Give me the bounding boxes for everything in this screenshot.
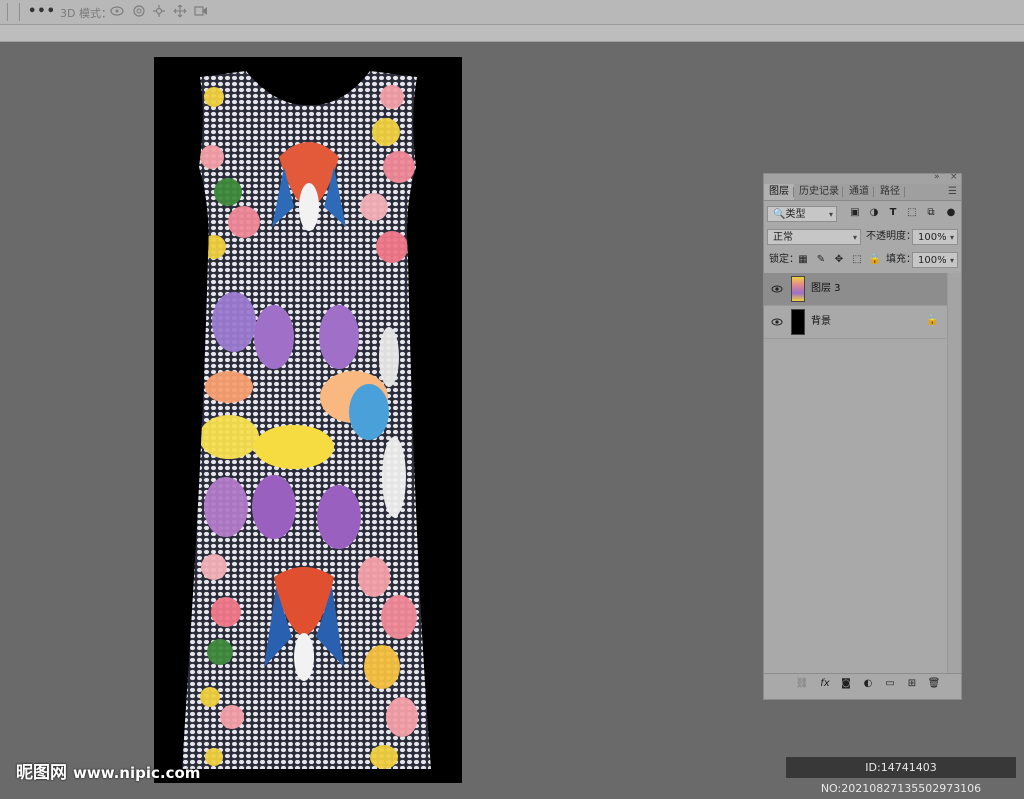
chevron-down-icon: ▾ — [828, 210, 833, 219]
lock-row: 锁定： ▦ ✎ ✥ ⬚ 🔒 填充： 100% ▾ — [764, 251, 961, 273]
pan-3d-icon[interactable] — [151, 4, 167, 18]
filter-row: 🔍类型 ▾ ▣ ◑ T ⬚ ⧉ ● — [764, 205, 961, 227]
new-group-icon[interactable]: ▭ — [882, 676, 898, 692]
collapse-panel-icon[interactable]: » — [934, 172, 940, 182]
image-filter-icon[interactable]: ▣ — [848, 205, 862, 221]
eye-icon[interactable] — [771, 283, 783, 295]
divider — [7, 3, 8, 21]
search-icon: 🔍 — [773, 209, 786, 220]
layers-panel: » × 图层 历史记录 通道 路径 ☰ 🔍类型 ▾ ▣ ◑ T ⬚ ⧉ ● 正常 ▾… — [763, 172, 962, 700]
orbit-3d-icon[interactable] — [109, 4, 125, 18]
tab-layers[interactable]: 图层 — [764, 184, 794, 200]
adjustment-layer-icon[interactable]: ◐ — [860, 676, 876, 692]
more-options-button[interactable]: ••• — [28, 4, 56, 19]
fx-icon[interactable]: fx — [817, 676, 833, 692]
layer-thumbnail — [791, 276, 805, 302]
eye-icon[interactable] — [771, 316, 783, 328]
site-watermark: 昵图网 www.nipic.com — [16, 758, 200, 783]
site-name: 昵图网 — [16, 763, 67, 783]
roll-3d-icon[interactable] — [131, 4, 147, 18]
layer-list-scrollbar[interactable] — [947, 273, 961, 673]
chevron-down-icon: ▾ — [949, 233, 954, 242]
tab-history[interactable]: 历史记录 — [795, 184, 843, 200]
slide-3d-icon[interactable] — [172, 4, 188, 18]
document-canvas[interactable] — [154, 57, 462, 783]
options-bar: ••• 3D 模式： — [0, 0, 1024, 25]
dress-print-artwork — [182, 71, 431, 769]
smart-object-filter-icon[interactable]: ⧉ — [924, 205, 938, 221]
chevron-down-icon: ▾ — [852, 233, 857, 242]
chevron-down-icon: ▾ — [949, 256, 954, 265]
new-layer-icon[interactable]: ⊞ — [904, 676, 920, 692]
filter-kind-select[interactable]: 🔍类型 ▾ — [767, 206, 837, 222]
lock-position-icon[interactable]: ✥ — [832, 252, 846, 268]
shape-filter-icon[interactable]: ⬚ — [905, 205, 919, 221]
panel-tabs: 图层 历史记录 通道 路径 ☰ — [764, 184, 961, 201]
type-filter-icon[interactable]: T — [886, 205, 900, 221]
panel-menu-icon[interactable]: ☰ — [948, 186, 957, 197]
opacity-field[interactable]: 100% ▾ — [912, 229, 958, 245]
blend-row: 正常 ▾ 不透明度： 100% ▾ — [764, 228, 961, 250]
lock-paint-icon[interactable]: ✎ — [814, 252, 828, 268]
filter-toggle-icon[interactable]: ● — [944, 205, 958, 221]
lock-transparent-icon[interactable]: ▦ — [796, 252, 810, 268]
link-layers-icon[interactable]: ⛓ — [794, 676, 810, 692]
blend-mode-select[interactable]: 正常 ▾ — [767, 229, 861, 245]
tab-paths[interactable]: 路径 — [875, 184, 905, 200]
close-panel-icon[interactable]: × — [950, 172, 958, 182]
opacity-label: 不透明度： — [866, 231, 916, 242]
lock-artboard-icon[interactable]: ⬚ — [850, 252, 864, 268]
layer-row-layer3[interactable]: 图层 3 — [764, 273, 947, 306]
layer-list: 图层 3 背景 🔒 — [764, 273, 947, 673]
lock-icon[interactable]: 🔒 — [926, 315, 938, 326]
mode-3d-label: 3D 模式： — [60, 7, 112, 20]
document-tab-strip — [0, 25, 1024, 42]
delete-layer-icon[interactable]: 🗑 — [926, 676, 942, 692]
site-url: www.nipic.com — [73, 764, 201, 782]
tab-channels[interactable]: 通道 — [844, 184, 874, 200]
layers-bottom-bar: ⛓ fx ◙ ◐ ▭ ⊞ 🗑 — [764, 673, 961, 694]
layer-thumbnail — [791, 309, 805, 335]
lock-all-icon[interactable]: 🔒 — [868, 252, 882, 268]
scale-3d-icon[interactable] — [193, 4, 209, 18]
adjustment-filter-icon[interactable]: ◑ — [867, 205, 881, 221]
divider — [19, 3, 20, 21]
layer-name[interactable]: 背景 — [811, 314, 831, 330]
add-mask-icon[interactable]: ◙ — [838, 676, 854, 692]
fill-field[interactable]: 100% ▾ — [912, 252, 958, 268]
panel-titlebar: » × — [764, 172, 961, 184]
image-id-badge: ID:14741403 NO:20210827135502973106 — [786, 757, 1016, 795]
layer-name[interactable]: 图层 3 — [811, 281, 841, 297]
lock-label: 锁定： — [769, 254, 799, 265]
layer-row-background[interactable]: 背景 🔒 — [764, 306, 947, 339]
